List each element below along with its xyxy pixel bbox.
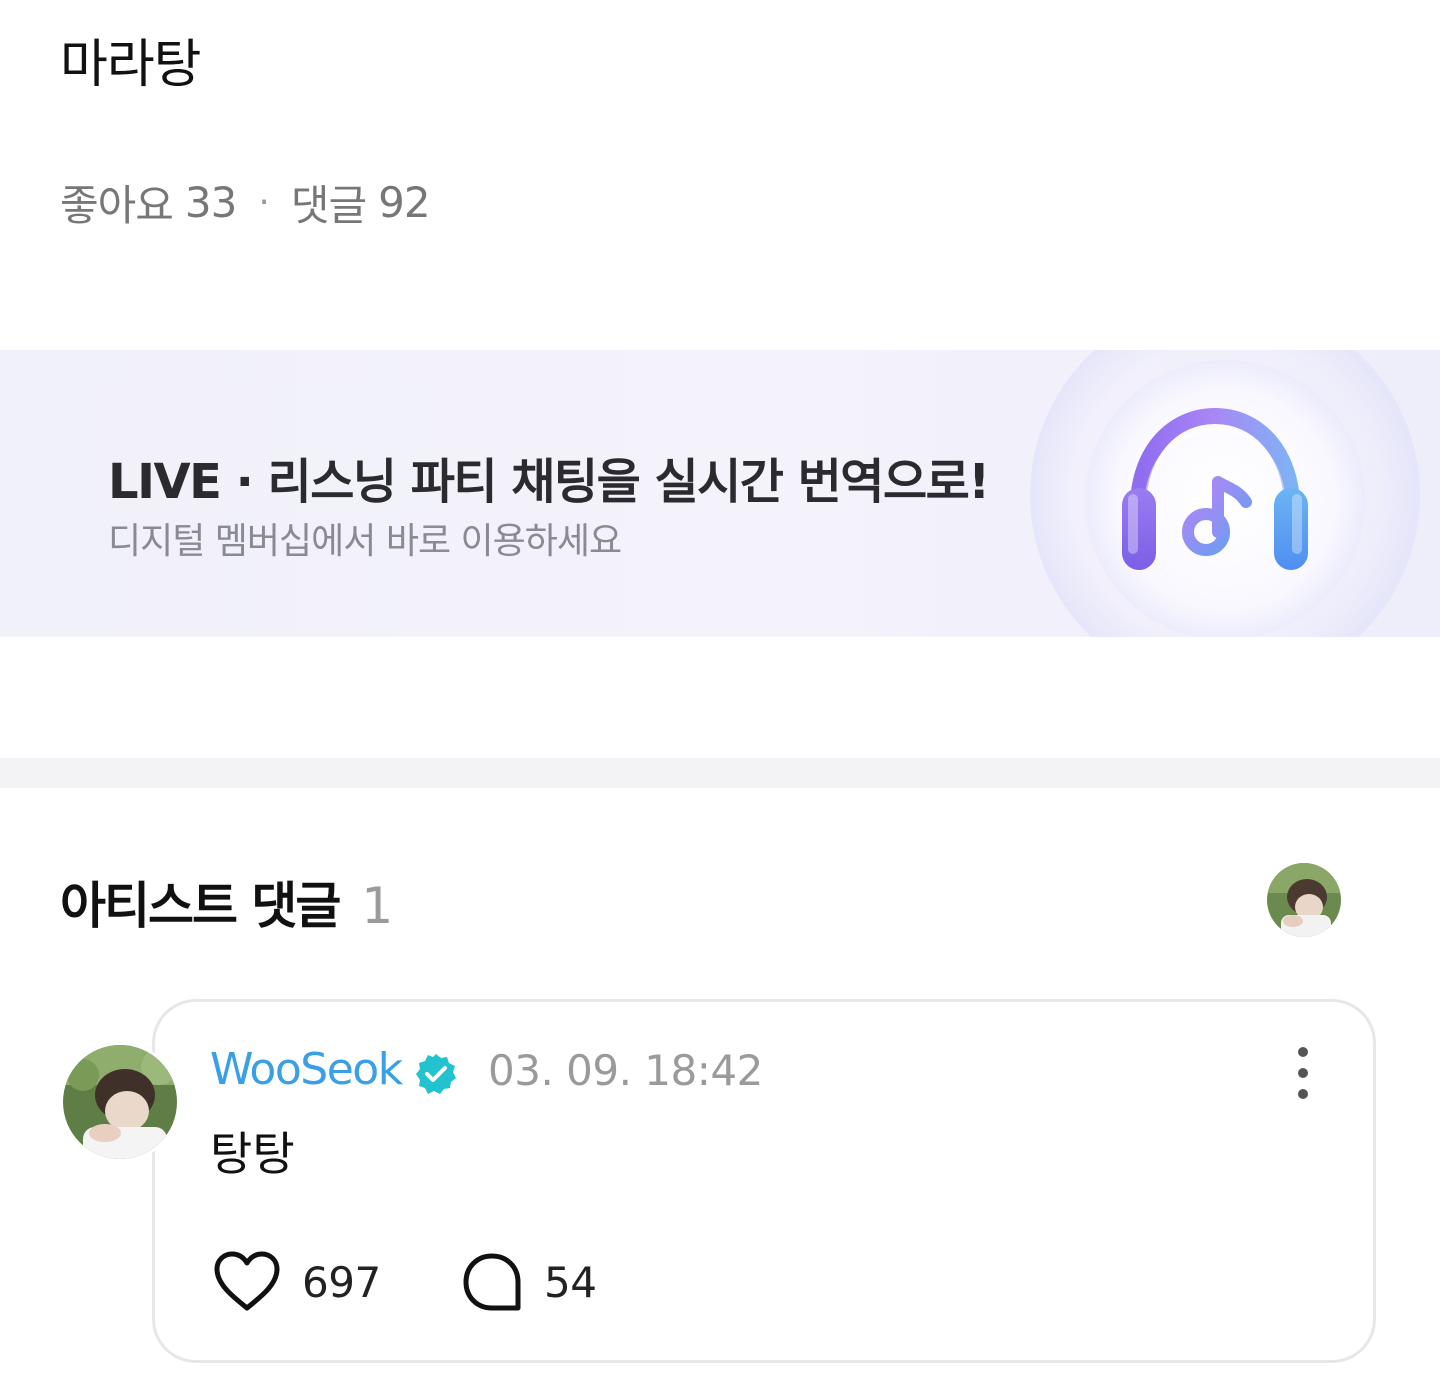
artist-comments-header: 아티스트 댓글 1 xyxy=(60,866,393,938)
comments-label[interactable]: 댓글 xyxy=(291,172,367,233)
section-divider xyxy=(0,758,1440,788)
artist-avatar[interactable] xyxy=(1267,863,1341,937)
promo-banner[interactable]: LIVE · 리스닝 파티 채팅을 실시간 번역으로! 디지털 멤버십에서 바로… xyxy=(0,350,1440,637)
likes-count[interactable]: 33 xyxy=(185,178,237,227)
reply-button[interactable]: 54 xyxy=(460,1250,597,1314)
comment-timestamp: 03. 09. 18:42 xyxy=(488,1046,763,1095)
heart-icon xyxy=(214,1251,280,1311)
promo-title: LIVE · 리스닝 파티 채팅을 실시간 번역으로! xyxy=(108,454,990,510)
like-count: 697 xyxy=(302,1257,381,1307)
reply-count: 54 xyxy=(544,1257,597,1307)
like-button[interactable]: 697 xyxy=(212,1250,381,1314)
comment-author-name[interactable]: WooSeok xyxy=(210,1044,403,1095)
comment-author-avatar-image xyxy=(63,1045,177,1159)
comment-text: 탕탕 xyxy=(210,1127,295,1181)
comments-count[interactable]: 92 xyxy=(378,178,430,227)
stats-separator: · xyxy=(258,182,269,223)
post-stats: 좋아요 33 · 댓글 92 xyxy=(60,172,431,233)
artist-comments-heading: 아티스트 댓글 xyxy=(60,877,341,935)
more-options-icon[interactable] xyxy=(1284,1046,1322,1100)
artist-avatar-image xyxy=(1267,863,1341,937)
comment-author-avatar[interactable] xyxy=(60,1042,180,1162)
likes-label[interactable]: 좋아요 xyxy=(60,172,174,233)
verified-badge-icon xyxy=(416,1054,456,1094)
post-title: 마라탕 xyxy=(60,35,202,95)
headphones-music-icon xyxy=(1122,407,1308,570)
promo-subtitle: 디지털 멤버십에서 바로 이용하세요 xyxy=(108,521,622,562)
speech-bubble-icon xyxy=(463,1253,521,1311)
artist-comments-count: 1 xyxy=(361,877,393,935)
